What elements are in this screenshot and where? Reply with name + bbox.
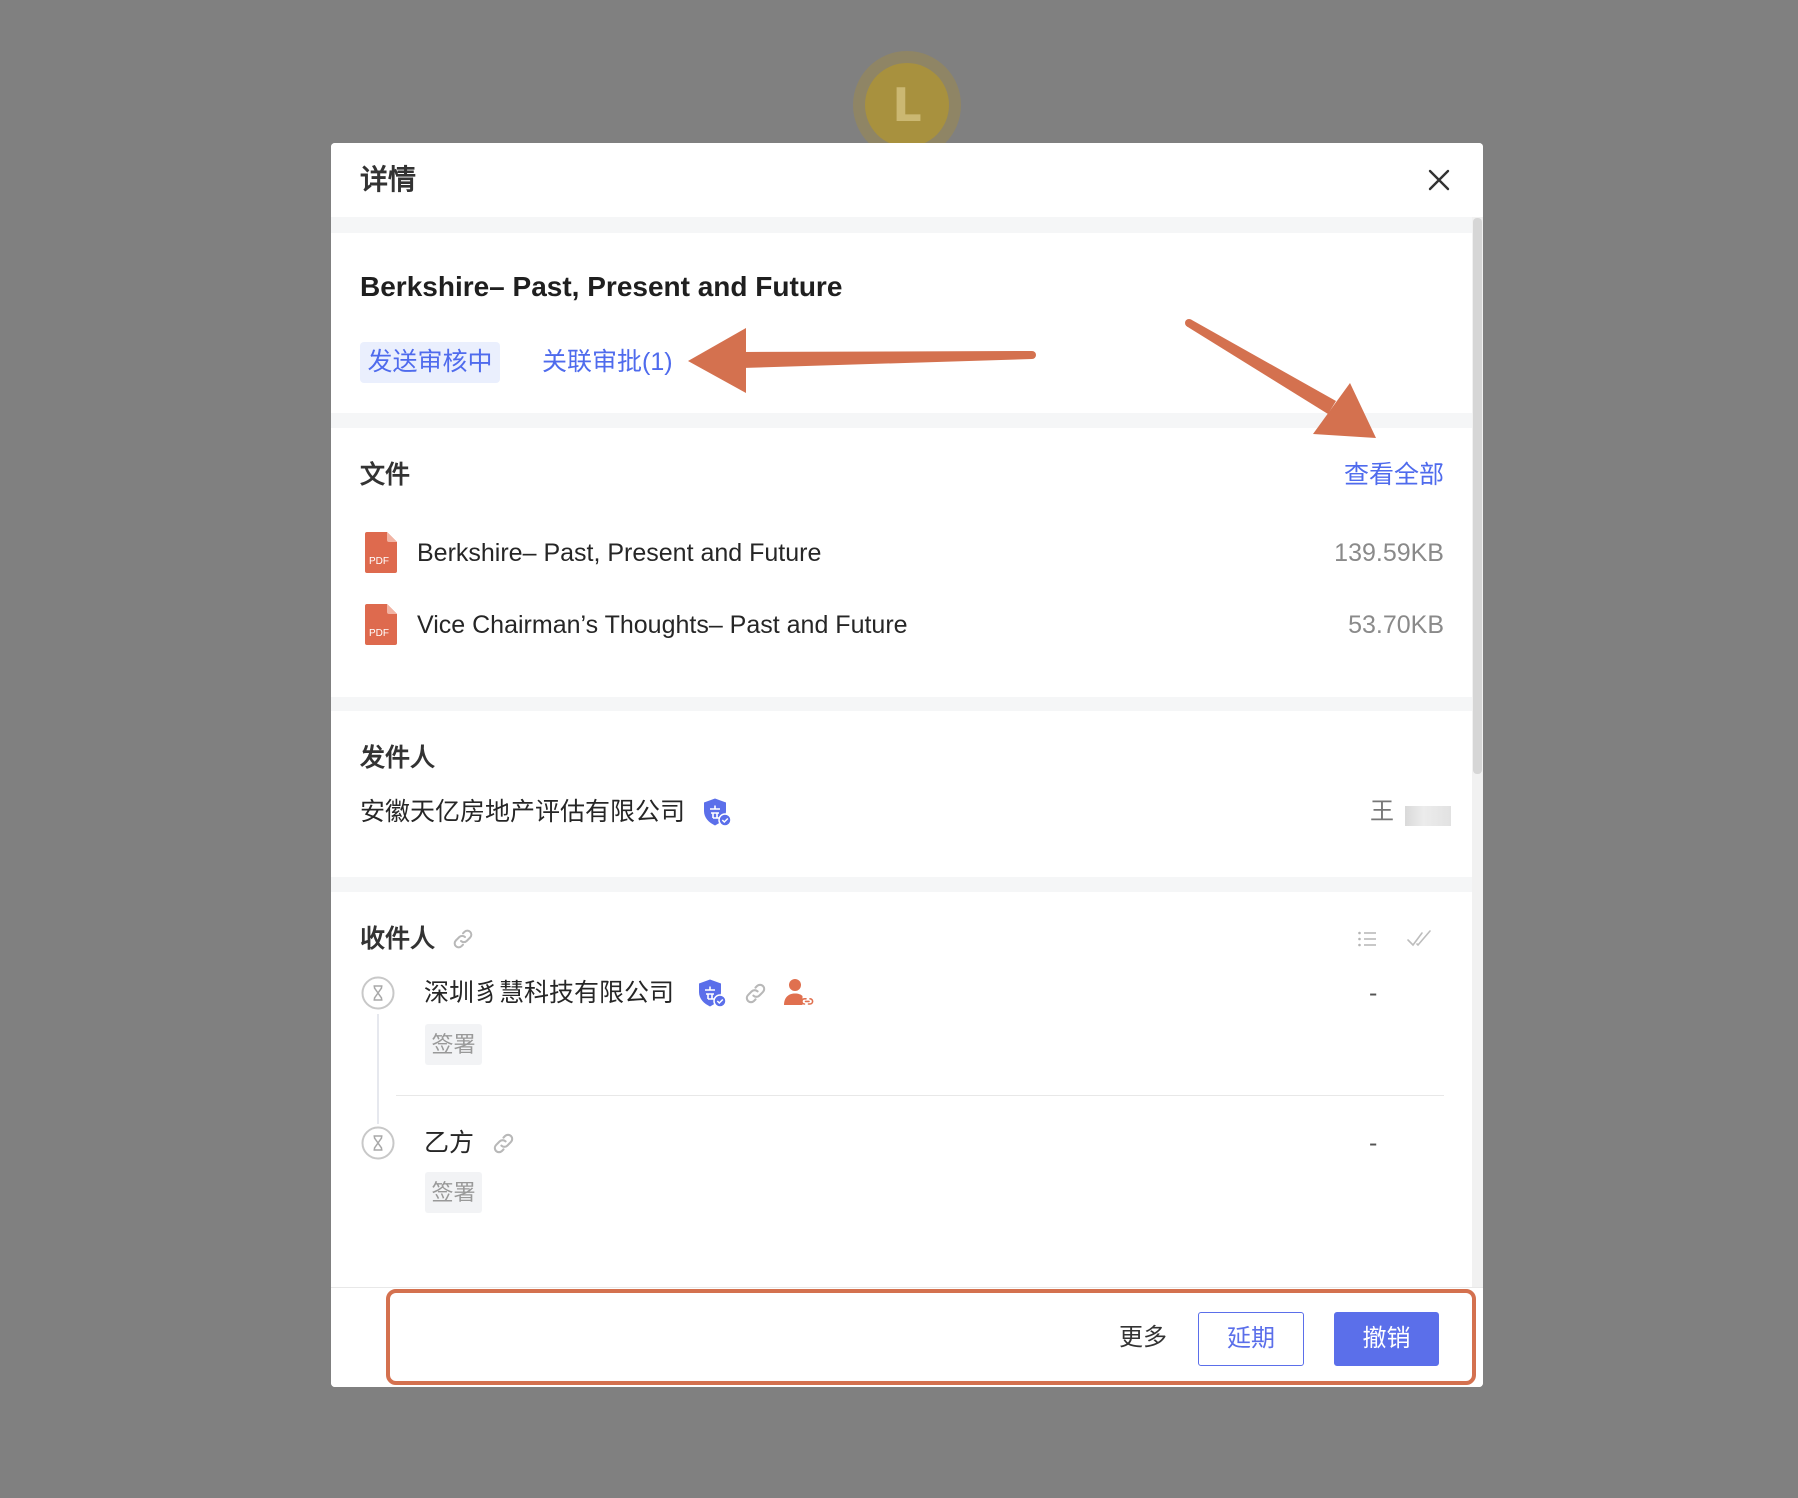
modal-header: 详情	[331, 143, 1483, 217]
action-badge: 签署	[425, 1172, 482, 1213]
more-button[interactable]: 更多	[1119, 1321, 1167, 1355]
modal-title: 详情	[360, 164, 417, 195]
pdf-icon: PDF	[365, 532, 397, 573]
file-name: Vice Chairman’s Thoughts– Past and Futur…	[417, 611, 908, 639]
hourglass-icon	[361, 976, 395, 1010]
action-badge: 签署	[425, 1024, 482, 1065]
pdf-icon: PDF	[365, 604, 397, 645]
view-all-link[interactable]: 查看全部	[1344, 458, 1444, 492]
recipient-name: 深圳豸慧科技有限公司	[424, 979, 675, 1007]
recipients-section: 收件人 深圳豸慧科技有限公司 - 签署 乙方 - 签署	[331, 892, 1472, 1287]
timeline-connector	[377, 1014, 379, 1124]
document-title: Berkshire– Past, Present and Future	[360, 271, 843, 302]
enterprise-verified-icon	[704, 798, 732, 827]
recipient-divider	[396, 1095, 1444, 1096]
scrollbar[interactable]	[1472, 217, 1483, 1287]
sender-person-name: 王	[1370, 798, 1394, 825]
enterprise-verified-icon	[699, 979, 727, 1008]
close-icon-glyph	[1428, 169, 1450, 191]
close-icon[interactable]	[1427, 168, 1451, 192]
related-approval-link[interactable]: 关联审批(1)	[542, 345, 673, 379]
link-icon[interactable]	[451, 927, 475, 951]
file-size: 139.59KB	[1334, 539, 1444, 567]
double-check-icon[interactable]	[1406, 928, 1432, 950]
redacted-name	[1405, 806, 1451, 826]
files-heading: 文件	[360, 461, 411, 489]
recipient-status: -	[1369, 1129, 1378, 1157]
extend-button[interactable]: 延期	[1198, 1312, 1304, 1366]
sender-heading: 发件人	[360, 744, 436, 772]
avatar-letter: L	[865, 63, 949, 147]
person-link-icon	[784, 979, 814, 1005]
scrollbar-thumb[interactable]	[1473, 218, 1482, 774]
modal-footer: 更多 延期 撤销	[331, 1287, 1483, 1387]
pdf-badge: PDF	[369, 556, 389, 567]
recipient-name: 乙方	[424, 1129, 475, 1157]
hourglass-icon	[361, 1126, 395, 1160]
link-icon[interactable]	[743, 981, 768, 1006]
recipients-heading: 收件人	[360, 925, 436, 953]
detail-modal: 详情 Berkshire– Past, Present and Future 发…	[331, 143, 1483, 1387]
link-icon[interactable]	[491, 1131, 516, 1156]
status-badge: 发送审核中	[360, 342, 500, 383]
document-summary: Berkshire– Past, Present and Future 发送审核…	[331, 233, 1472, 413]
sender-section: 发件人 安徽天亿房地产评估有限公司 王	[331, 711, 1472, 877]
pdf-badge: PDF	[369, 628, 389, 639]
file-size: 53.70KB	[1348, 611, 1444, 639]
file-row[interactable]: PDF Berkshire– Past, Present and Future …	[331, 528, 1472, 578]
files-section: 文件 查看全部 PDF Berkshire– Past, Present and…	[331, 428, 1472, 697]
recipient-status: -	[1369, 979, 1378, 1007]
revoke-button[interactable]: 撤销	[1334, 1312, 1439, 1366]
list-icon[interactable]	[1357, 929, 1377, 949]
file-name: Berkshire– Past, Present and Future	[417, 539, 822, 567]
file-row[interactable]: PDF Vice Chairman’s Thoughts– Past and F…	[331, 600, 1472, 650]
sender-company: 安徽天亿房地产评估有限公司	[360, 798, 686, 826]
